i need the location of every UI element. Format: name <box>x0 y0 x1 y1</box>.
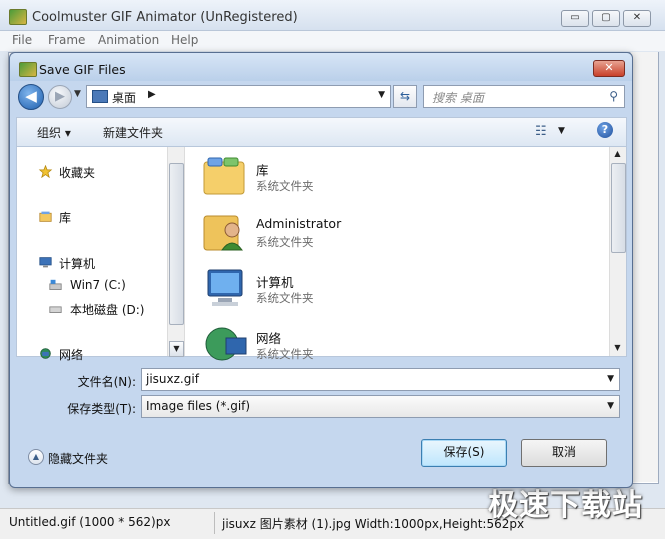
organize-button[interactable]: 组织 ▾ <box>37 124 71 141</box>
search-placeholder: 搜索 桌面 <box>432 91 484 105</box>
file-name: 计算机 <box>256 275 294 290</box>
file-item-computer[interactable]: 计算机 系统文件夹 <box>202 265 502 313</box>
help-icon[interactable]: ? <box>597 122 613 138</box>
nav-item-favorites[interactable]: 收藏夹 <box>59 164 95 181</box>
dialog-titlebar: Save GIF Files ✕ <box>10 53 632 81</box>
file-item-network[interactable]: 网络 系统文件夹 <box>202 321 502 369</box>
breadcrumb-chevron-icon[interactable]: ▶ <box>148 89 156 100</box>
refresh-button[interactable]: ⇆ <box>393 85 417 108</box>
file-list-scrollbar[interactable]: ▲ ▼ <box>609 147 626 356</box>
star-icon <box>38 165 53 178</box>
file-list-scroll-thumb[interactable] <box>611 163 626 253</box>
nav-item-network[interactable]: 网络 <box>59 346 83 363</box>
filename-dropdown-icon[interactable]: ▼ <box>607 374 614 384</box>
browser-content: 收藏夹 库 计算机 Win7 (C:) 本地磁盘 (D:) 网络 ▼ 库 系统文… <box>16 146 627 362</box>
app-side-panel <box>630 52 658 482</box>
file-item-administrator[interactable]: Administrator 系统文件夹 <box>202 209 502 257</box>
view-dropdown-icon[interactable]: ▼ <box>558 126 565 136</box>
file-type: 系统文件夹 <box>256 291 314 305</box>
library-icon <box>39 211 52 222</box>
file-item-library[interactable]: 库 系统文件夹 <box>202 153 502 201</box>
search-icon[interactable]: ⚲ <box>609 89 618 103</box>
file-type: 系统文件夹 <box>256 347 314 361</box>
dialog-logo-icon <box>19 62 37 77</box>
file-type: 系统文件夹 <box>256 179 314 193</box>
filename-input[interactable]: jisuxz.gif ▼ <box>141 368 620 391</box>
chevron-up-icon[interactable]: ▲ <box>28 449 44 465</box>
status-divider <box>214 512 215 534</box>
back-button[interactable]: ◀ <box>18 84 44 110</box>
scroll-down-button[interactable]: ▼ <box>611 341 624 355</box>
menu-help[interactable]: Help <box>171 33 198 47</box>
new-folder-button[interactable]: 新建文件夹 <box>103 124 163 141</box>
menu-file[interactable]: File <box>12 33 32 47</box>
scroll-down-button[interactable]: ▼ <box>169 341 184 357</box>
network-icon <box>205 327 247 361</box>
address-dropdown-icon[interactable]: ▼ <box>378 90 385 100</box>
history-dropdown[interactable]: ▼ <box>74 89 81 99</box>
drive-d-icon <box>49 306 62 313</box>
menu-frame[interactable]: Frame <box>48 33 85 47</box>
dialog-close-button[interactable]: ✕ <box>593 60 625 77</box>
minimize-button[interactable]: ▭ <box>561 10 589 27</box>
arrow-right-icon: ▶ <box>55 89 65 104</box>
filename-label: 文件名(N): <box>77 375 136 389</box>
computer-icon <box>207 269 243 306</box>
file-list: 库 系统文件夹 Administrator 系统文件夹 计算机 系统文件夹 网络… <box>184 147 609 361</box>
cancel-button[interactable]: 取消 <box>521 439 607 467</box>
scroll-up-button[interactable]: ▲ <box>611 147 624 161</box>
navigation-scrollbar[interactable]: ▼ <box>167 147 185 357</box>
maximize-button[interactable]: ▢ <box>592 10 620 27</box>
address-location[interactable]: 桌面 <box>112 89 136 106</box>
nav-item-library[interactable]: 库 <box>59 209 71 226</box>
app-title: Coolmuster GIF Animator (UnRegistered) <box>32 10 298 25</box>
dialog-title: Save GIF Files <box>39 62 126 77</box>
computer-icon <box>39 257 52 268</box>
status-file-info: jisuxz 图片素材 (1).jpg Width:1000px,Height:… <box>222 517 525 531</box>
file-type: 系统文件夹 <box>256 235 314 249</box>
arrow-left-icon: ◀ <box>25 87 37 105</box>
forward-button[interactable]: ▶ <box>48 85 72 109</box>
menu-animation[interactable]: Animation <box>98 33 159 47</box>
file-name: 网络 <box>256 331 282 346</box>
filetype-value[interactable]: Image files (*.gif) <box>146 399 250 413</box>
desktop-icon <box>92 90 108 103</box>
file-name: Administrator <box>256 216 342 231</box>
filetype-label: 保存类型(T): <box>67 402 136 416</box>
app-logo-icon <box>9 9 27 25</box>
save-dialog: Save GIF Files ✕ ◀ ▶ ▼ 桌面 ▶ ▼ ⇆ 搜索 桌面 ⚲ … <box>9 52 633 488</box>
view-options-icon[interactable]: ☷ <box>535 124 547 139</box>
filetype-select[interactable]: Image files (*.gif) ▼ <box>141 395 620 418</box>
status-canvas-info: Untitled.gif (1000 * 562)px <box>9 515 171 529</box>
navigation-scroll-thumb[interactable] <box>169 163 184 325</box>
filename-value[interactable]: jisuxz.gif <box>146 372 199 386</box>
nav-item-computer[interactable]: 计算机 <box>59 255 95 272</box>
hide-folders-toggle[interactable]: 隐藏文件夹 <box>48 450 108 467</box>
menu-bar: File Frame Animation Help <box>0 31 665 51</box>
user-folder-icon <box>203 215 243 251</box>
drive-c-icon <box>49 279 62 290</box>
filetype-dropdown-icon[interactable]: ▼ <box>607 401 614 411</box>
dialog-toolbar: 组织 ▾ 新建文件夹 ☷ ▼ ? <box>16 117 627 147</box>
network-icon <box>40 348 51 359</box>
nav-item-drive-d[interactable]: 本地磁盘 (D:) <box>70 301 144 318</box>
navigation-row: ◀ ▶ ▼ 桌面 ▶ ▼ ⇆ 搜索 桌面 ⚲ <box>10 81 632 113</box>
library-folder-icon <box>203 157 245 195</box>
close-app-button[interactable]: ✕ <box>623 10 651 27</box>
app-titlebar: Coolmuster GIF Animator (UnRegistered) ▭… <box>0 0 665 31</box>
navigation-pane: 收藏夹 库 计算机 Win7 (C:) 本地磁盘 (D:) 网络 <box>17 147 167 362</box>
refresh-icon: ⇆ <box>399 89 411 103</box>
save-button[interactable]: 保存(S) <box>421 439 507 467</box>
nav-item-drive-c[interactable]: Win7 (C:) <box>70 278 126 292</box>
search-input[interactable]: 搜索 桌面 ⚲ <box>423 85 625 108</box>
file-name: 库 <box>256 163 269 178</box>
address-bar[interactable]: 桌面 ▶ ▼ <box>86 85 391 108</box>
